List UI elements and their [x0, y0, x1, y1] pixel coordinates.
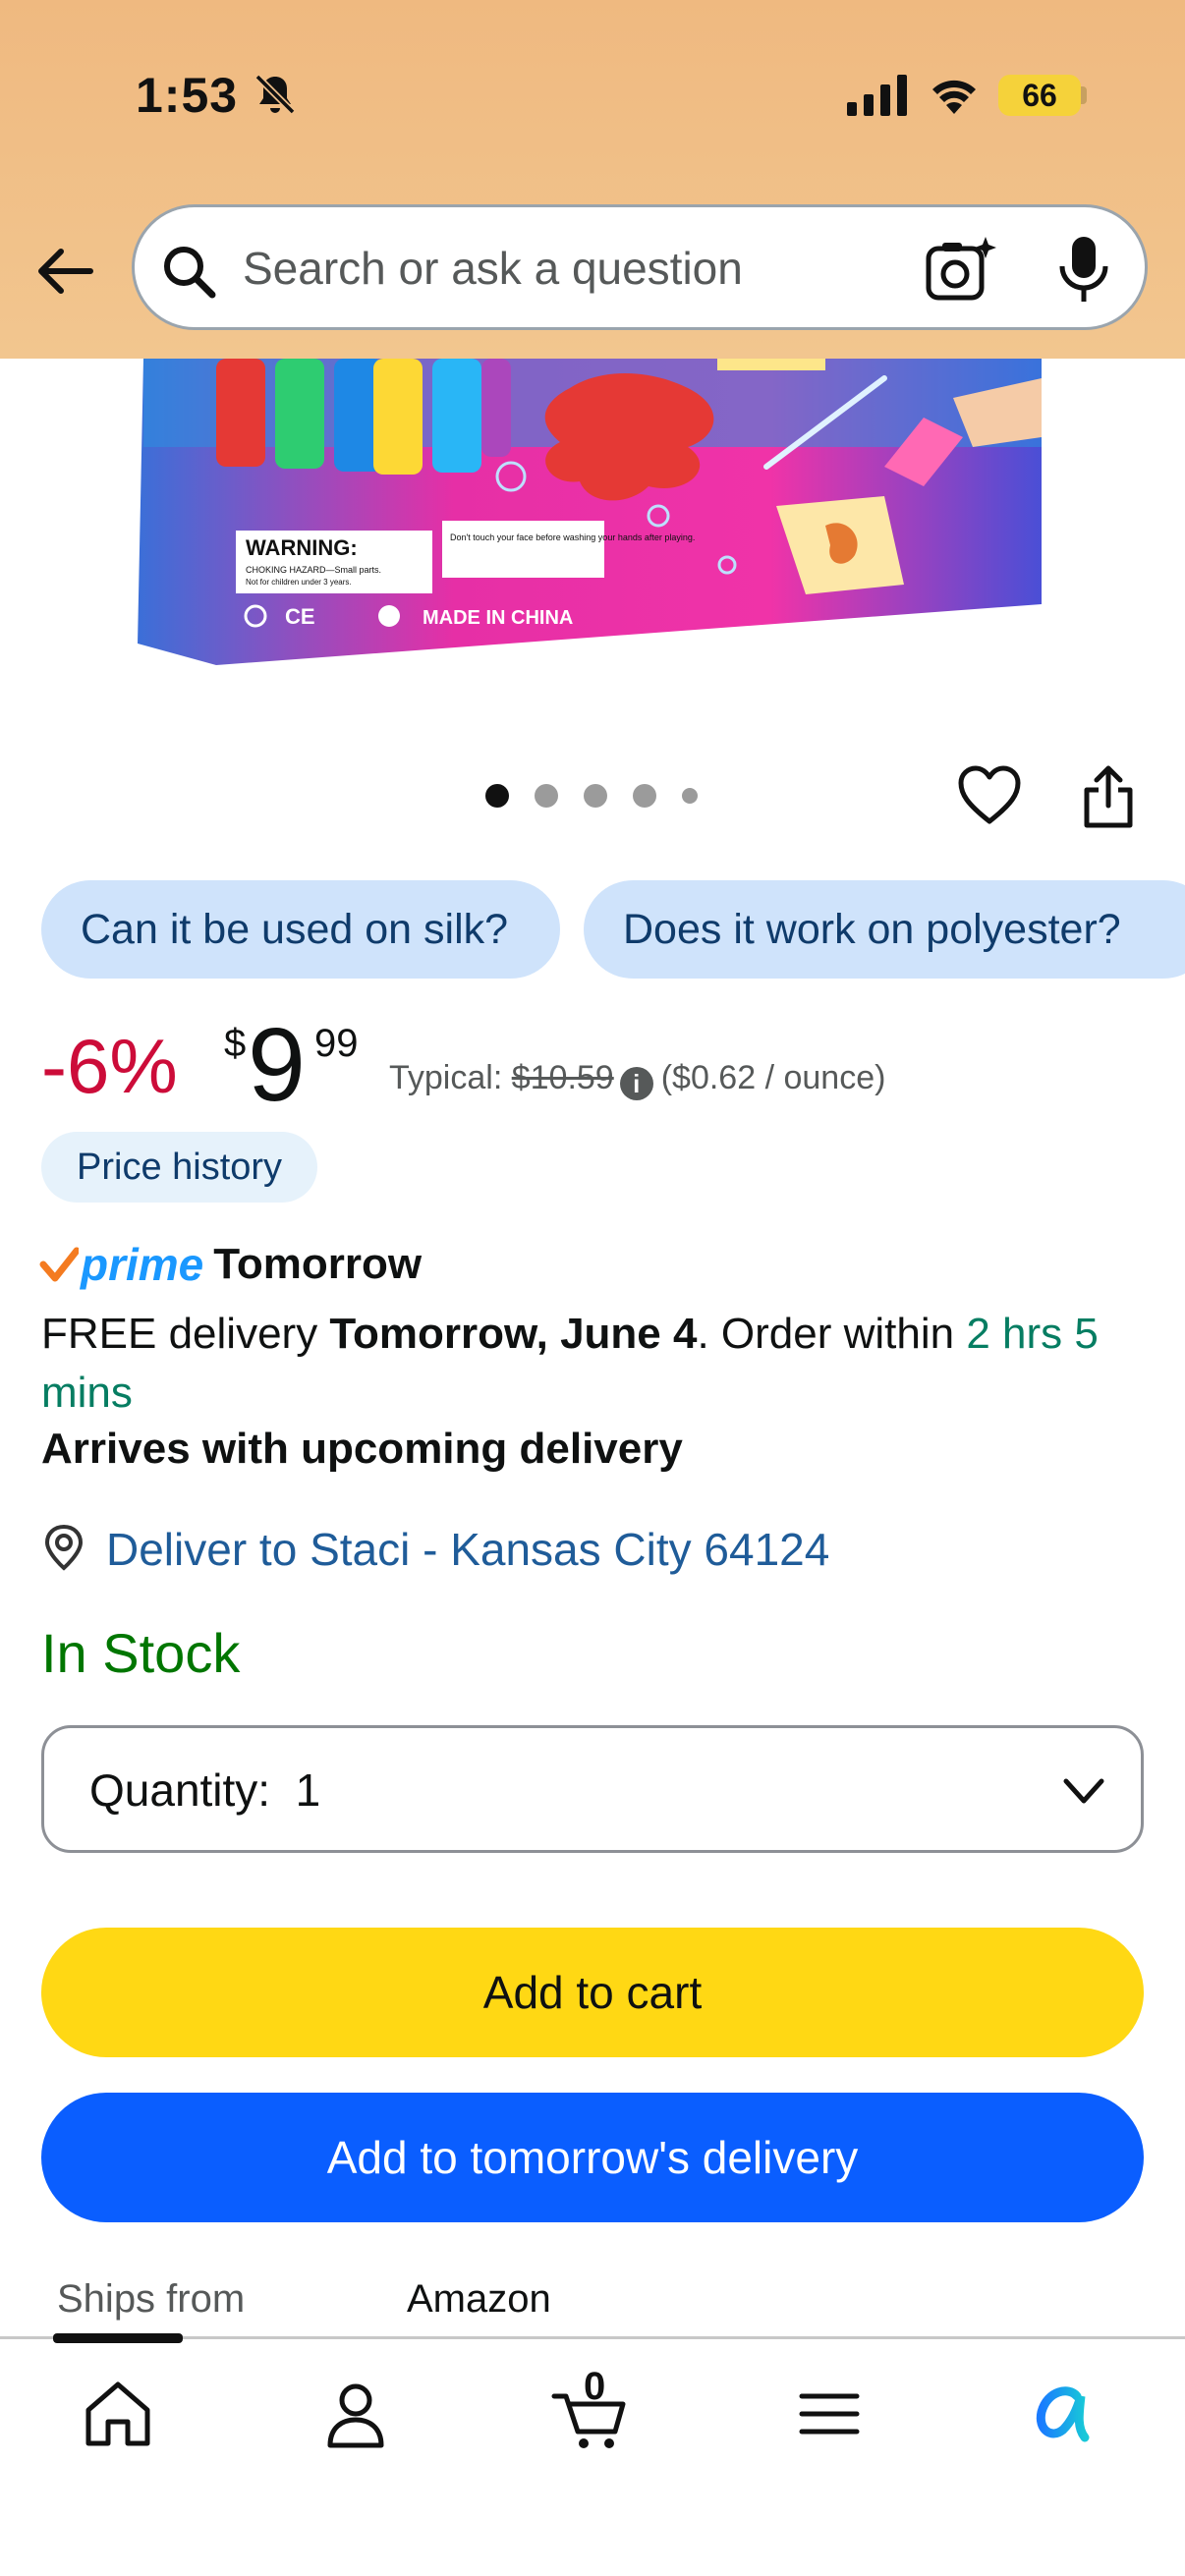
status-time: 1:53 — [136, 68, 239, 123]
chevron-down-icon — [1063, 1778, 1104, 1804]
search-icon — [164, 247, 216, 299]
product-image[interactable]: WARNING: CHOKING HAZARD—Small parts. Not… — [138, 359, 1042, 673]
question-chip[interactable]: Can it be used on silk? — [41, 880, 560, 979]
arrives-note: Arrives with upcoming delivery — [41, 1425, 683, 1473]
carousel-dot[interactable] — [485, 784, 509, 808]
quantity-label: Quantity: 1 — [89, 1764, 320, 1817]
app-header: 1:53 66 — [0, 0, 1185, 359]
price-currency: $ — [224, 1022, 247, 1065]
ships-from-label: Ships from — [57, 2277, 246, 2321]
bell-muted-icon — [254, 74, 296, 115]
add-to-tomorrow-delivery-button[interactable]: Add to tomorrow's delivery — [41, 2093, 1144, 2222]
quantity-selector[interactable]: Quantity: 1 — [41, 1725, 1144, 1853]
share-icon[interactable] — [1081, 764, 1136, 829]
hazard-text: CHOKING HAZARD—Small parts. — [246, 565, 381, 575]
wifi-icon — [932, 80, 976, 114]
prime-check-icon — [39, 1247, 79, 1282]
search-input[interactable] — [243, 229, 872, 308]
free-delivery-label: FREE delivery — [41, 1310, 318, 1358]
menu-icon[interactable] — [790, 2375, 869, 2453]
quantity-value: 1 — [295, 1764, 321, 1816]
deliver-to-link[interactable]: Deliver to Staci - Kansas City 64124 — [106, 1523, 829, 1576]
price-fraction: 99 — [314, 1022, 359, 1065]
cellular-signal-icon — [847, 75, 907, 116]
warning-text: WARNING: — [246, 535, 358, 560]
quantity-label-text: Quantity: — [89, 1764, 271, 1816]
active-tab-indicator — [53, 2333, 183, 2343]
rufus-assistant-icon[interactable] — [1026, 2375, 1104, 2453]
back-arrow-icon[interactable] — [33, 240, 96, 303]
camera-search-icon[interactable] — [925, 235, 997, 304]
add-to-cart-button[interactable]: Add to cart — [41, 1928, 1144, 2057]
home-icon[interactable] — [79, 2375, 157, 2453]
discount-percent: -6% — [41, 1023, 178, 1109]
price-whole: 9 — [248, 1007, 306, 1123]
search-bar[interactable] — [132, 204, 1148, 330]
order-within-label: . Order within — [697, 1310, 955, 1358]
bottom-navigation: 0 — [0, 2333, 1185, 2576]
prime-delivery-row: prime Tomorrow — [39, 1238, 422, 1291]
carousel-dot[interactable] — [633, 784, 656, 808]
unit-price: ($0.62 / ounce) — [660, 1059, 886, 1096]
image-carousel-dots[interactable] — [485, 784, 698, 808]
heart-icon[interactable] — [957, 764, 1022, 825]
prime-delivery-day: Tomorrow — [213, 1240, 423, 1288]
microphone-icon[interactable] — [1056, 235, 1111, 304]
typical-price: Typical: $10.59 i ($0.62 / ounce) — [389, 1059, 885, 1100]
battery-indicator: 66 — [998, 75, 1081, 116]
stock-status: In Stock — [41, 1622, 241, 1684]
note-text: Don't touch your face before washing you… — [450, 532, 695, 542]
info-icon[interactable]: i — [619, 1067, 653, 1100]
account-icon[interactable] — [316, 2375, 395, 2453]
ships-from-value: Amazon — [407, 2277, 551, 2321]
prime-logo-text: prime — [81, 1239, 204, 1290]
location-pin-icon — [44, 1524, 84, 1571]
delivery-message: FREE delivery Tomorrow, June 4. Order wi… — [41, 1305, 1142, 1423]
typical-label: Typical: — [389, 1059, 503, 1096]
svg-text:CE: CE — [285, 604, 315, 629]
delivery-date: Tomorrow, June 4 — [329, 1310, 698, 1358]
made-in-text: MADE IN CHINA — [423, 607, 573, 629]
typical-price-value: $10.59 — [511, 1059, 614, 1096]
carousel-dot[interactable] — [584, 784, 607, 808]
age-text: Not for children under 3 years. — [246, 578, 352, 587]
price-history-button[interactable]: Price history — [41, 1132, 318, 1203]
carousel-dot[interactable] — [535, 784, 558, 808]
cart-count-badge: 0 — [584, 2365, 606, 2408]
battery-tip — [1081, 86, 1087, 104]
question-chip[interactable]: Does it work on polyester? — [584, 880, 1185, 979]
carousel-dot[interactable] — [682, 788, 698, 804]
